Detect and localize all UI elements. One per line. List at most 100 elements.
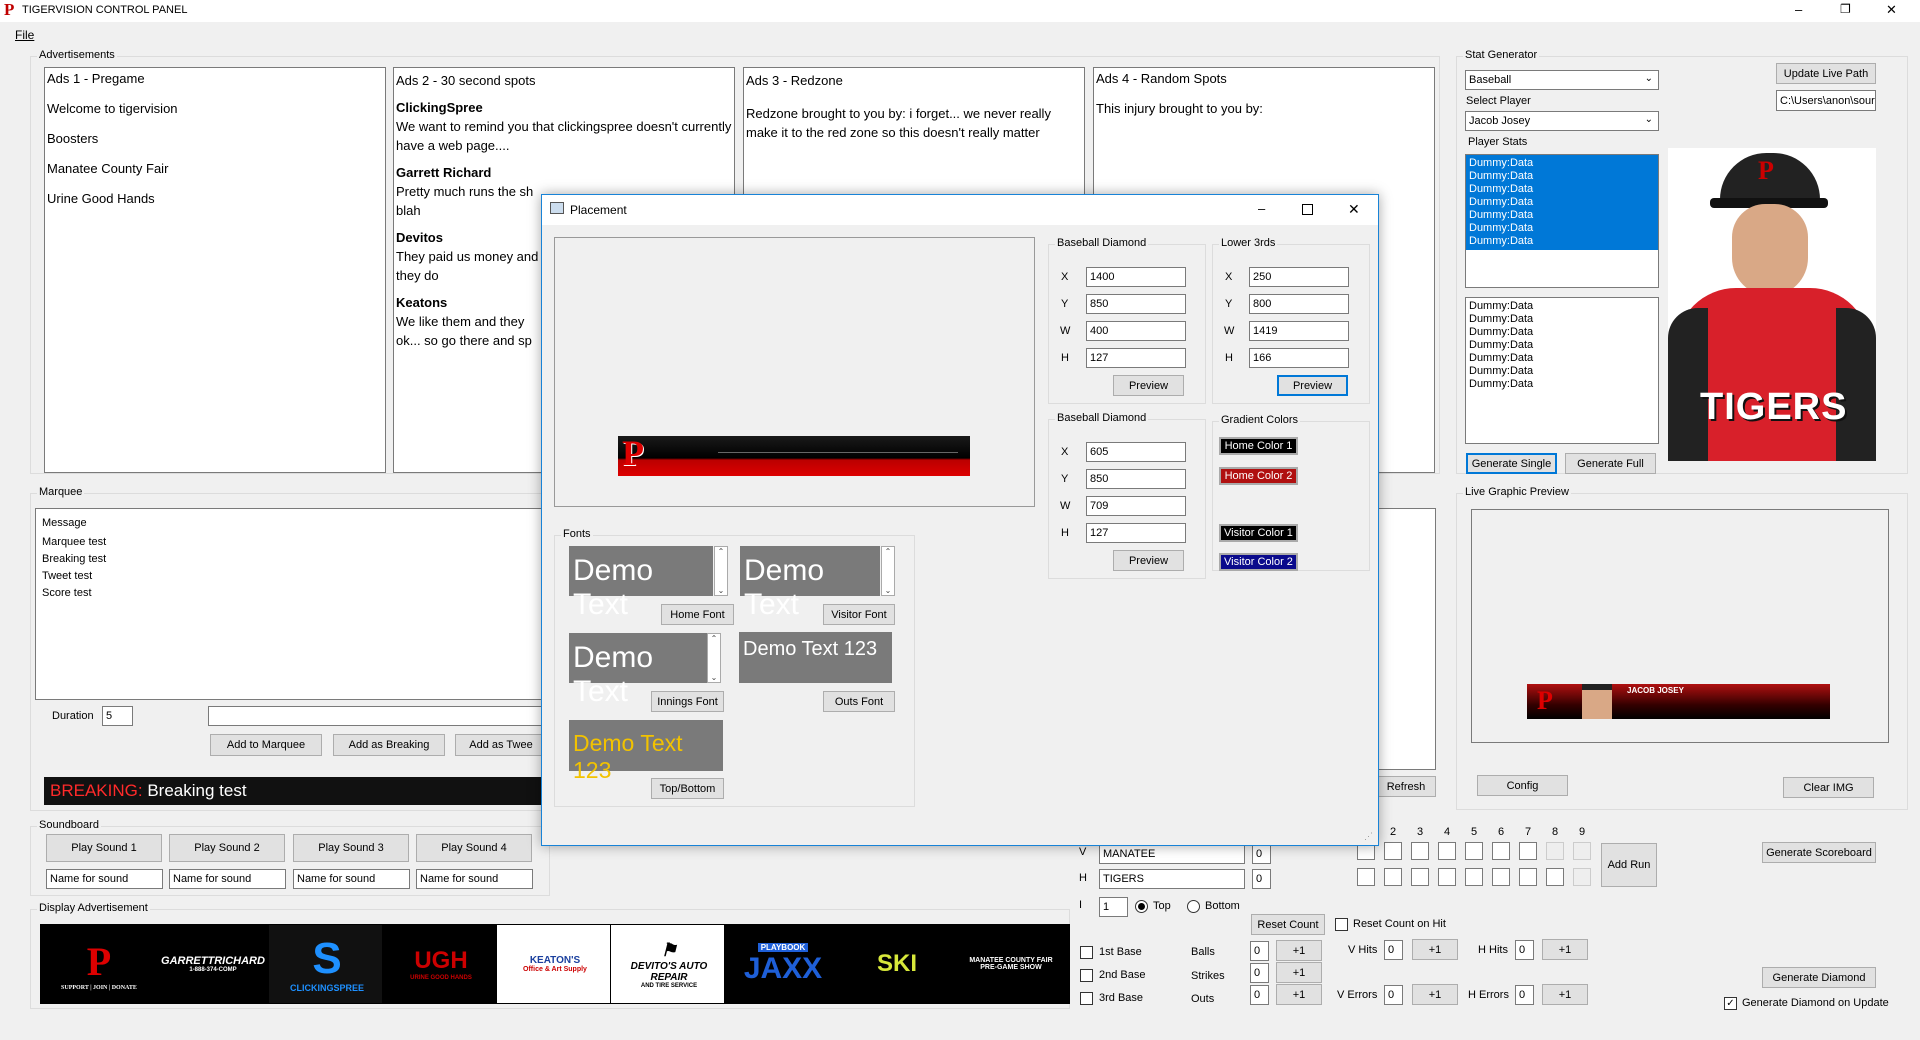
inning-box-v6[interactable] bbox=[1492, 842, 1510, 860]
play-sound-2-button[interactable]: Play Sound 2 bbox=[169, 834, 285, 862]
ad-tile-keatons[interactable]: KEATON'S Office & Art Supply bbox=[496, 924, 614, 1004]
inning-box-h1[interactable] bbox=[1357, 868, 1375, 886]
reset-on-hit-checkbox[interactable] bbox=[1335, 918, 1348, 931]
outs-plus-button[interactable]: +1 bbox=[1276, 984, 1322, 1005]
menu-file[interactable]: File bbox=[15, 28, 34, 42]
outs-field[interactable]: 0 bbox=[1250, 985, 1269, 1005]
stat-row[interactable]: Dummy:Data bbox=[1469, 365, 1655, 378]
balls-plus-button[interactable]: +1 bbox=[1276, 940, 1322, 961]
player-stats-list[interactable]: Dummy:Data Dummy:Data Dummy:Data Dummy:D… bbox=[1465, 297, 1659, 444]
inning-box-v5[interactable] bbox=[1465, 842, 1483, 860]
top-radio[interactable] bbox=[1135, 900, 1148, 913]
h-hits-field[interactable]: 0 bbox=[1515, 940, 1534, 960]
stat-row[interactable]: Dummy:Data bbox=[1469, 235, 1655, 248]
marquee-message-field[interactable] bbox=[208, 706, 546, 726]
ads1-item[interactable]: Manatee County Fair bbox=[47, 161, 383, 176]
stat-row[interactable]: Dummy:Data bbox=[1469, 313, 1655, 326]
stat-row[interactable]: Dummy:Data bbox=[1469, 352, 1655, 365]
inning-box-h9[interactable] bbox=[1573, 868, 1591, 886]
sound-name-field-1[interactable]: Name for sound bbox=[46, 869, 163, 889]
inning-field[interactable]: 1 bbox=[1099, 897, 1128, 917]
play-sound-1-button[interactable]: Play Sound 1 bbox=[46, 834, 162, 862]
inning-box-h6[interactable] bbox=[1492, 868, 1510, 886]
visitor-team-field[interactable]: MANATEE bbox=[1099, 844, 1245, 864]
add-as-breaking-button[interactable]: Add as Breaking bbox=[333, 734, 445, 756]
inning-box-v3[interactable] bbox=[1411, 842, 1429, 860]
diamond2-preview-button[interactable]: Preview bbox=[1113, 550, 1184, 571]
inning-box-h7[interactable] bbox=[1519, 868, 1537, 886]
play-sound-4-button[interactable]: Play Sound 4 bbox=[416, 834, 532, 862]
stat-row[interactable]: Dummy:Data bbox=[1469, 157, 1655, 170]
sport-select[interactable]: Baseball ⌄ bbox=[1465, 70, 1659, 90]
stat-row[interactable]: Dummy:Data bbox=[1469, 183, 1655, 196]
inning-box-h4[interactable] bbox=[1438, 868, 1456, 886]
home-color-1-button[interactable]: Home Color 1 bbox=[1219, 437, 1298, 455]
inning-box-v4[interactable] bbox=[1438, 842, 1456, 860]
live-path-field[interactable]: C:\Users\anon\sour bbox=[1776, 90, 1876, 111]
minimize-button[interactable]: – bbox=[1258, 201, 1265, 216]
ad-tile-tigers[interactable]: P SUPPORT | JOIN | DONATE bbox=[40, 924, 158, 1004]
innings-font-scroll[interactable]: ⌃ ⌄ bbox=[707, 633, 721, 683]
home-font-button[interactable]: Home Font bbox=[661, 604, 734, 625]
diamond1-w-field[interactable]: 400 bbox=[1086, 321, 1186, 341]
stat-row[interactable]: Dummy:Data bbox=[1469, 300, 1655, 313]
inning-box-v9[interactable] bbox=[1573, 842, 1591, 860]
stat-row[interactable]: Dummy:Data bbox=[1469, 170, 1655, 183]
visitor-font-scroll[interactable]: ⌃ ⌄ bbox=[881, 546, 895, 596]
generate-diamond-button[interactable]: Generate Diamond bbox=[1762, 967, 1876, 988]
topbottom-font-button[interactable]: Top/Bottom bbox=[651, 778, 724, 799]
refresh-button[interactable]: Refresh bbox=[1376, 776, 1436, 797]
inning-box-h2[interactable] bbox=[1384, 868, 1402, 886]
marquee-item[interactable]: Tweet test bbox=[42, 568, 538, 585]
diamond2-x-field[interactable]: 605 bbox=[1086, 442, 1186, 462]
ad-tile-devitos[interactable]: ⚑ DEVITO'S AUTO REPAIR AND TIRE SERVICE bbox=[610, 924, 728, 1004]
stat-row[interactable]: Dummy:Data bbox=[1469, 222, 1655, 235]
stat-row[interactable]: Dummy:Data bbox=[1469, 339, 1655, 352]
diamond2-h-field[interactable]: 127 bbox=[1086, 523, 1186, 543]
ad-tile-garrett[interactable]: GARRETTRICHARD 1-888-374-COMP bbox=[154, 924, 272, 1004]
lower-x-field[interactable]: 250 bbox=[1249, 267, 1349, 287]
minimize-button[interactable]: – bbox=[1795, 2, 1802, 17]
v-errors-field[interactable]: 0 bbox=[1384, 985, 1403, 1005]
innings-font-button[interactable]: Innings Font bbox=[651, 691, 724, 712]
clear-img-button[interactable]: Clear IMG bbox=[1783, 777, 1874, 798]
diamond1-preview-button[interactable]: Preview bbox=[1113, 375, 1184, 396]
visitor-color-2-button[interactable]: Visitor Color 2 bbox=[1219, 553, 1298, 571]
visitor-font-button[interactable]: Visitor Font bbox=[823, 604, 895, 625]
home-score-field[interactable]: 0 bbox=[1252, 869, 1271, 889]
first-base-checkbox[interactable] bbox=[1080, 946, 1093, 959]
strikes-plus-button[interactable]: +1 bbox=[1276, 962, 1322, 983]
diamond2-y-field[interactable]: 850 bbox=[1086, 469, 1186, 489]
h-hits-plus-button[interactable]: +1 bbox=[1542, 939, 1588, 960]
v-hits-field[interactable]: 0 bbox=[1384, 940, 1403, 960]
inning-box-v2[interactable] bbox=[1384, 842, 1402, 860]
add-as-tweet-button[interactable]: Add as Twee bbox=[455, 734, 547, 756]
update-live-path-button[interactable]: Update Live Path bbox=[1776, 63, 1876, 84]
restore-button[interactable]: ❐ bbox=[1840, 2, 1851, 16]
config-button[interactable]: Config bbox=[1477, 775, 1568, 796]
add-to-marquee-button[interactable]: Add to Marquee bbox=[210, 734, 322, 756]
sound-name-field-4[interactable]: Name for sound bbox=[416, 869, 533, 889]
ads1-item[interactable]: Urine Good Hands bbox=[47, 191, 383, 206]
inning-box-h5[interactable] bbox=[1465, 868, 1483, 886]
h-errors-field[interactable]: 0 bbox=[1515, 985, 1534, 1005]
close-button[interactable]: ✕ bbox=[1348, 201, 1360, 218]
add-run-button[interactable]: Add Run bbox=[1601, 843, 1657, 887]
lower-preview-button[interactable]: Preview bbox=[1277, 375, 1348, 396]
bottom-radio[interactable] bbox=[1187, 900, 1200, 913]
second-base-checkbox[interactable] bbox=[1080, 969, 1093, 982]
home-color-2-button[interactable]: Home Color 2 bbox=[1219, 467, 1298, 485]
sound-name-field-3[interactable]: Name for sound bbox=[293, 869, 410, 889]
v-errors-plus-button[interactable]: +1 bbox=[1412, 984, 1458, 1005]
marquee-item[interactable]: Breaking test bbox=[42, 551, 538, 568]
generate-full-button[interactable]: Generate Full bbox=[1565, 453, 1656, 474]
diamond2-w-field[interactable]: 709 bbox=[1086, 496, 1186, 516]
stats-text-panel[interactable] bbox=[1378, 508, 1436, 770]
inning-box-v7[interactable] bbox=[1519, 842, 1537, 860]
v-hits-plus-button[interactable]: +1 bbox=[1412, 939, 1458, 960]
ads1-item[interactable]: Welcome to tigervision bbox=[47, 101, 383, 116]
ad-tile-jaxx[interactable]: PLAYBOOK JAXX bbox=[724, 924, 842, 1004]
stat-row[interactable]: Dummy:Data bbox=[1469, 209, 1655, 222]
diamond1-x-field[interactable]: 1400 bbox=[1086, 267, 1186, 287]
maximize-button[interactable] bbox=[1302, 204, 1313, 215]
